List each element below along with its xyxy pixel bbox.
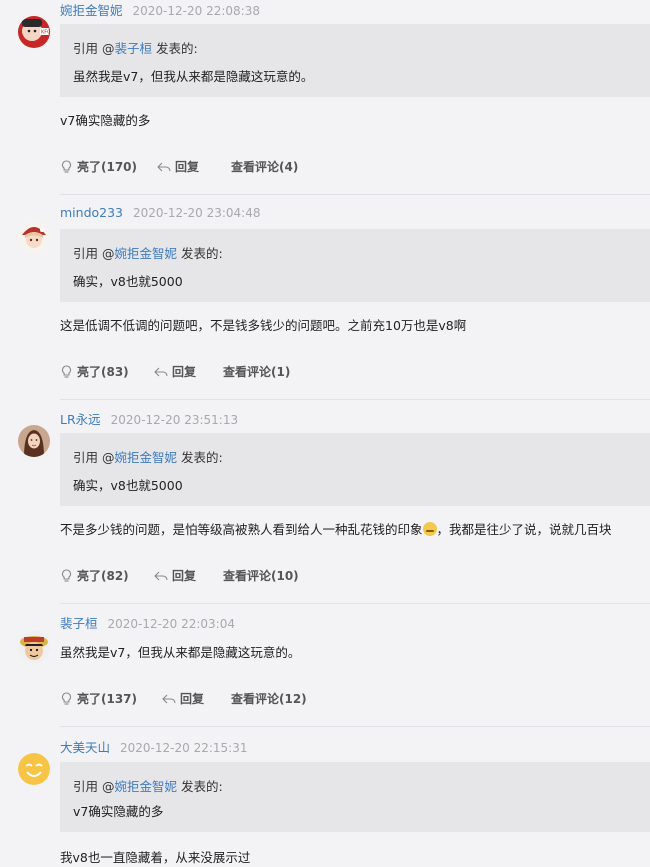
avatar[interactable]: [18, 425, 50, 457]
comment-item: 大美天山 2020-12-20 22:15:31 引用 @婉拒金智妮 发表的: v…: [0, 737, 650, 867]
quote-block: 引用 @婉拒金智妮 发表的: 确实，v8也就5000: [60, 229, 650, 302]
reply-button[interactable]: 回复: [157, 158, 199, 175]
like-count: 亮了(83): [77, 365, 129, 379]
lightbulb-icon: [61, 159, 72, 173]
avatar[interactable]: [18, 221, 50, 253]
timestamp: 2020-12-20 22:08:38: [132, 4, 260, 18]
quoted-user-link[interactable]: 裴子桓: [114, 41, 152, 56]
quote-block: 引用 @婉拒金智妮 发表的: v7确实隐藏的多: [60, 762, 650, 832]
sad-face-emoji-icon: [422, 522, 437, 536]
like-button[interactable]: 亮了(137): [60, 690, 137, 707]
reply-arrow-icon: [162, 694, 176, 703]
username-link[interactable]: 婉拒金智妮: [60, 3, 123, 18]
quoted-user-link[interactable]: 婉拒金智妮: [114, 779, 177, 794]
comment-header: mindo233 2020-12-20 23:04:48: [60, 205, 260, 220]
divider: [60, 399, 650, 400]
divider: [60, 726, 650, 727]
like-count: 亮了(170): [77, 160, 138, 174]
comment-body: 这是低调不低调的问题吧，不是钱多钱少的问题吧。之前充10万也是v8啊: [60, 318, 467, 333]
quote-header: 引用 @婉拒金智妮 发表的:: [73, 447, 223, 466]
quoted-user-link[interactable]: 婉拒金智妮: [114, 450, 177, 465]
view-comments-label: 查看评论(4): [231, 160, 299, 174]
reply-button[interactable]: 回复: [162, 690, 204, 707]
username-link[interactable]: 裴子桓: [60, 616, 98, 631]
view-comments-button[interactable]: 查看评论(12): [231, 690, 307, 707]
like-button[interactable]: 亮了(170): [60, 158, 137, 175]
comment-body-part: 不是多少钱的问题，是怕等级高被熟人看到给人一种乱花钱的印象: [60, 522, 423, 537]
quote-text: 确实，v8也就5000: [73, 478, 183, 493]
quote-prefix: 引用 @: [73, 246, 115, 261]
reply-button[interactable]: 回复: [154, 363, 196, 380]
avatar[interactable]: [18, 631, 50, 663]
view-comments-button[interactable]: 查看评论(10): [223, 567, 299, 584]
quote-block: 引用 @裴子桓 发表的: 虽然我是v7，但我从来都是隐藏这玩意的。: [60, 24, 650, 97]
quote-text: 虽然我是v7，但我从来都是隐藏这玩意的。: [73, 69, 314, 84]
username-link[interactable]: mindo233: [60, 205, 123, 220]
svg-text:KFC: KFC: [41, 30, 50, 36]
comment-body-part: ，我都是往少了说，说就几百块: [436, 522, 612, 537]
username-link[interactable]: 大美天山: [60, 740, 110, 755]
quote-prefix: 引用 @: [73, 779, 115, 794]
reply-label: 回复: [180, 692, 205, 706]
comment-item: mindo233 2020-12-20 23:04:48 引用 @婉拒金智妮 发表…: [0, 205, 650, 400]
divider: [60, 194, 650, 195]
reply-button[interactable]: 回复: [154, 567, 196, 584]
timestamp: 2020-12-20 22:03:04: [107, 617, 235, 631]
timestamp: 2020-12-20 22:15:31: [120, 741, 248, 755]
comment-body: 不是多少钱的问题，是怕等级高被熟人看到给人一种乱花钱的印象 ，我都是往少了说，说就…: [60, 519, 612, 538]
comment-header: 裴子桓 2020-12-20 22:03:04: [60, 613, 235, 632]
view-comments-button[interactable]: 查看评论(1): [223, 363, 290, 380]
comment-header: 婉拒金智妮 2020-12-20 22:08:38: [60, 0, 260, 19]
avatar[interactable]: KFC: [18, 16, 50, 48]
comment-header: 大美天山 2020-12-20 22:15:31: [60, 737, 247, 756]
quote-block: 引用 @婉拒金智妮 发表的: 确实，v8也就5000: [60, 433, 650, 506]
view-comments-label: 查看评论(12): [231, 692, 307, 706]
reply-arrow-icon: [154, 367, 168, 376]
quote-suffix: 发表的:: [177, 246, 223, 261]
quote-header: 引用 @裴子桓 发表的:: [73, 38, 198, 57]
reply-arrow-icon: [154, 571, 168, 580]
avatar[interactable]: [18, 753, 50, 785]
timestamp: 2020-12-20 23:04:48: [133, 206, 261, 220]
quote-suffix: 发表的:: [152, 41, 198, 56]
view-comments-label: 查看评论(1): [223, 365, 291, 379]
reply-label: 回复: [172, 365, 197, 379]
like-count: 亮了(82): [77, 569, 129, 583]
reply-label: 回复: [172, 569, 197, 583]
quote-suffix: 发表的:: [177, 450, 223, 465]
lightbulb-icon: [61, 568, 72, 582]
quote-header: 引用 @婉拒金智妮 发表的:: [73, 243, 223, 262]
comment-body: v7确实隐藏的多: [60, 113, 151, 128]
comment-item: LR永远 2020-12-20 23:51:13 引用 @婉拒金智妮 发表的: 确…: [0, 409, 650, 604]
quoted-user-link[interactable]: 婉拒金智妮: [114, 246, 177, 261]
reply-arrow-icon: [157, 162, 171, 171]
quote-header: 引用 @婉拒金智妮 发表的:: [73, 776, 223, 795]
view-comments-label: 查看评论(10): [223, 569, 299, 583]
like-button[interactable]: 亮了(82): [60, 567, 129, 584]
username-link[interactable]: LR永远: [60, 412, 101, 427]
comment-body: 我v8也一直隐藏着，从来没展示过: [60, 850, 251, 865]
comment-item: KFC 婉拒金智妮 2020-12-20 22:08:38 引用 @裴子桓 发表的…: [0, 0, 650, 195]
quote-text: 确实，v8也就5000: [73, 274, 183, 289]
comment-body: 虽然我是v7，但我从来都是隐藏这玩意的。: [60, 645, 301, 660]
quote-prefix: 引用 @: [73, 41, 115, 56]
lightbulb-icon: [61, 364, 72, 378]
reply-label: 回复: [175, 160, 200, 174]
like-count: 亮了(137): [77, 692, 138, 706]
divider: [60, 603, 650, 604]
quote-suffix: 发表的:: [177, 779, 223, 794]
comment-item: 裴子桓 2020-12-20 22:03:04 虽然我是v7，但我从来都是隐藏这玩…: [0, 613, 650, 727]
timestamp: 2020-12-20 23:51:13: [110, 413, 239, 427]
comment-header: LR永远 2020-12-20 23:51:13: [60, 409, 238, 428]
lightbulb-icon: [61, 691, 72, 705]
like-button[interactable]: 亮了(83): [60, 363, 129, 380]
quote-prefix: 引用 @: [73, 450, 115, 465]
view-comments-button[interactable]: 查看评论(4): [231, 158, 298, 175]
quote-text: v7确实隐藏的多: [73, 804, 164, 819]
